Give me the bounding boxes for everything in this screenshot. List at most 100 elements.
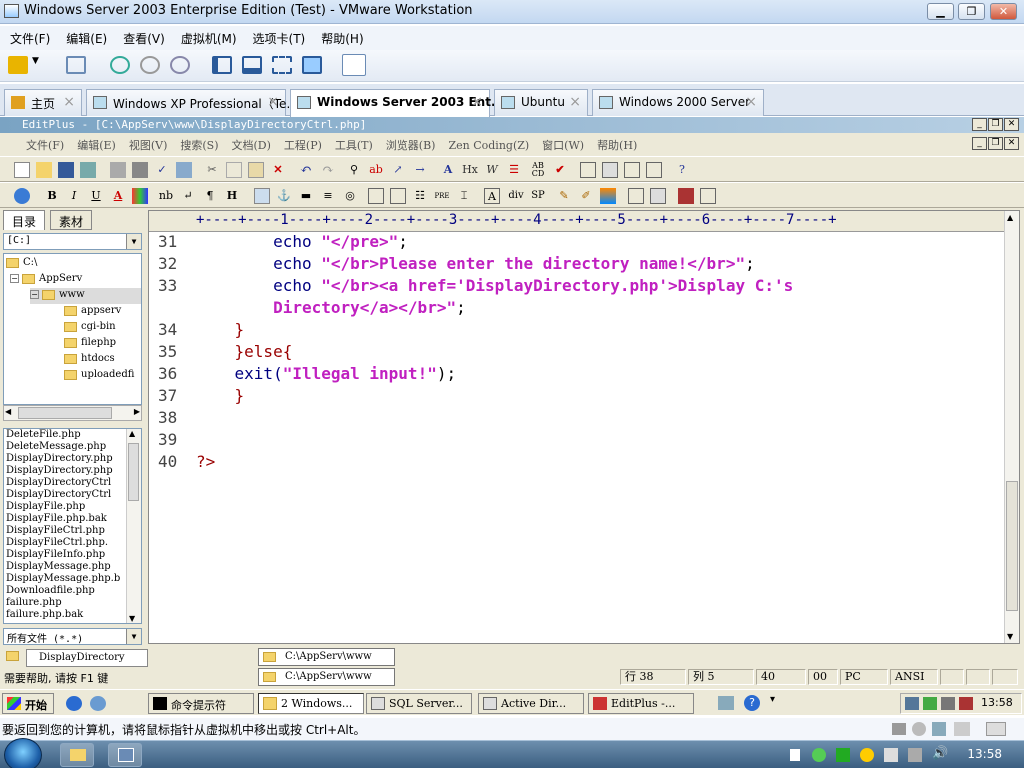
windows-start-orb[interactable] [4, 738, 42, 768]
shield-icon[interactable] [836, 748, 850, 762]
scrollbar-thumb[interactable] [18, 407, 112, 419]
network-tray-icon[interactable] [718, 696, 734, 710]
line-number-icon[interactable]: ☰ [506, 162, 522, 178]
bold-icon[interactable]: B [44, 188, 60, 204]
redo-icon[interactable]: ↷ [320, 162, 336, 178]
tree-node-www[interactable]: − www [30, 288, 141, 304]
underline-icon[interactable]: U [88, 188, 104, 204]
file-item[interactable]: DisplayMessage.php.b [4, 573, 141, 585]
editplus-restore-button[interactable]: ❐ [988, 118, 1003, 131]
close-button[interactable]: ✕ [990, 3, 1017, 20]
tray-icon[interactable] [790, 749, 800, 761]
browser-icon[interactable] [176, 162, 192, 178]
device-cd-icon[interactable] [912, 722, 926, 736]
paragraph-icon[interactable]: ¶ [202, 188, 218, 204]
tab-close-icon[interactable]: × [63, 94, 75, 110]
tab-close-icon[interactable]: × [471, 94, 483, 110]
preview-icon[interactable] [700, 188, 716, 204]
tab-windows-2000-server[interactable]: Windows 2000 Server × [592, 89, 764, 116]
chevron-down-icon[interactable]: ▼ [126, 629, 141, 644]
save-icon[interactable] [58, 162, 74, 178]
table-cell-icon[interactable]: ☷ [412, 188, 428, 204]
sidebar-icon[interactable] [212, 56, 232, 74]
div-tag-icon[interactable]: div [506, 188, 526, 204]
palette-icon[interactable] [600, 188, 616, 204]
scrollbar-thumb[interactable] [128, 443, 139, 501]
scroll-left-icon[interactable]: ◀ [5, 407, 11, 416]
tray-icon[interactable] [905, 697, 919, 710]
tab-windows-server-2003[interactable]: Windows Server 2003 Ent... × [290, 89, 505, 117]
iframe-icon[interactable] [650, 188, 666, 204]
ep-menu-tools[interactable]: 工具(T) [327, 135, 378, 153]
tab-windows-xp[interactable]: Windows XP Professional（Te... × [86, 89, 298, 116]
font-color-icon[interactable]: A [110, 188, 126, 204]
host-explorer-icon[interactable] [60, 743, 94, 767]
taskbar-item-windows-group[interactable]: 2 Windows... [258, 693, 364, 714]
insert-cursor-icon[interactable]: ⌶ [456, 188, 472, 204]
help-icon[interactable]: ? [744, 695, 760, 711]
menu-help[interactable]: 帮助(H) [311, 26, 369, 47]
taskbar-group-popup-item[interactable]: C:\AppServ\www [258, 668, 395, 686]
spellcheck-icon[interactable]: ✓ [154, 162, 170, 178]
file-item[interactable]: DisplayDirectory.php [4, 465, 141, 477]
file-item[interactable]: failure.php.bak [4, 609, 141, 621]
snapshot-icon[interactable] [110, 56, 130, 74]
unity-icon[interactable] [302, 56, 322, 74]
chevron-down-icon[interactable]: ▼ [126, 234, 141, 249]
comment-icon[interactable]: ◎ [342, 188, 358, 204]
file-item[interactable]: DisplayFile.php.bak [4, 513, 141, 525]
file-item[interactable]: DisplayDirectoryCtrl [4, 477, 141, 489]
heading-tag-icon[interactable]: H [224, 188, 240, 204]
paste-icon[interactable] [248, 162, 264, 178]
taskbar-item-cmd[interactable]: 命令提示符 [148, 693, 254, 714]
find-icon[interactable]: ⚲ [346, 162, 362, 178]
image-icon[interactable] [254, 188, 270, 204]
tray-icon[interactable] [923, 697, 937, 710]
list-icon[interactable]: ≡ [320, 188, 336, 204]
taskbar-item-editplus[interactable]: EditPlus -... [588, 693, 694, 714]
quick-switch-icon[interactable] [242, 56, 262, 74]
goto-line-icon[interactable]: → [412, 162, 428, 178]
delete-icon[interactable]: ✕ [270, 162, 286, 178]
editplus-close-button[interactable]: ✕ [1004, 118, 1019, 131]
code-line[interactable]: }else{ [196, 342, 293, 361]
ep-menu-document[interactable]: 文档(D) [224, 135, 276, 153]
host-vmware-icon[interactable] [108, 743, 142, 767]
ep-menu-browser[interactable]: 浏览器(B) [378, 135, 441, 153]
file-filter-select[interactable]: 所有文件 (*.*) ▼ [3, 628, 142, 645]
tab-close-icon[interactable]: × [569, 94, 581, 110]
anchor-icon[interactable]: ⚓ [276, 188, 292, 204]
globe-icon[interactable] [14, 188, 30, 204]
device-usb-icon[interactable] [954, 722, 970, 736]
ep-menu-file[interactable]: 文件(F) [0, 135, 69, 153]
fullscreen-toggle-icon[interactable] [646, 162, 662, 178]
network-icon[interactable] [66, 56, 86, 74]
taskbar-group-popup-item[interactable]: C:\AppServ\www [258, 648, 395, 666]
file-item[interactable]: DisplayFileCtrl.php. [4, 537, 141, 549]
chevron-down-icon[interactable]: ▼ [32, 56, 42, 74]
tray-icon[interactable] [959, 697, 973, 710]
doc-close-button[interactable]: ✕ [1004, 137, 1019, 150]
tree-node-appserv-sub[interactable]: appserv [64, 304, 121, 320]
code-editor[interactable]: +----+----1----+----2----+----3----+----… [148, 210, 1020, 644]
nbsp-icon[interactable]: nb [158, 188, 174, 204]
tab-directory[interactable]: 目录 [3, 210, 46, 230]
tab-ubuntu[interactable]: Ubuntu × [494, 89, 588, 116]
ep-menu-project[interactable]: 工程(P) [276, 135, 327, 153]
ep-menu-window[interactable]: 窗口(W) [534, 135, 589, 153]
device-message-icon[interactable] [986, 722, 1006, 736]
tree-node-c-drive[interactable]: C:\ [6, 256, 37, 272]
code-line-wrapped[interactable]: Directory</a></br>"; [196, 298, 466, 317]
file-item[interactable]: DeleteFile.php [4, 429, 141, 441]
copy-icon[interactable] [226, 162, 242, 178]
guest-start-button[interactable]: 开始 [2, 693, 54, 714]
directory-window-icon[interactable] [602, 162, 618, 178]
code-line[interactable]: echo "</pre>"; [196, 232, 408, 251]
volume-icon[interactable]: 🔊 [932, 746, 948, 761]
snapshot-manager-icon[interactable] [170, 56, 190, 74]
new-file-icon[interactable] [14, 162, 30, 178]
console-view-icon[interactable] [342, 54, 366, 76]
scroll-right-icon[interactable]: ▶ [134, 407, 140, 416]
find-in-files-icon[interactable]: ↗ [390, 162, 406, 178]
taskbar-item-active-directory[interactable]: Active Dir... [478, 693, 584, 714]
